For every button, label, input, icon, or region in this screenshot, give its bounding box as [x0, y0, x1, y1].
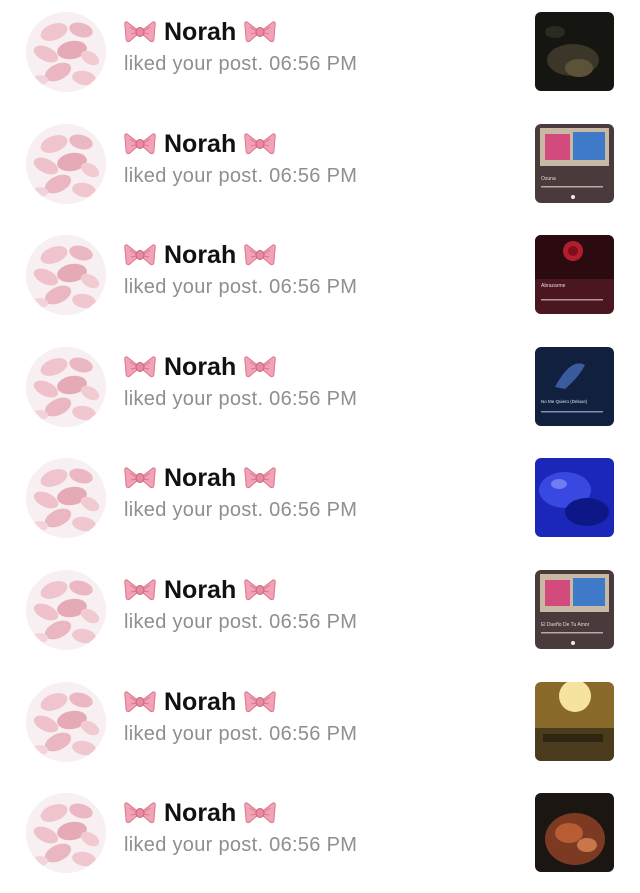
avatar[interactable] [26, 235, 106, 316]
bow-emoji-icon [244, 800, 276, 826]
svg-text:Abrazarme: Abrazarme [541, 283, 566, 289]
activity-time: 06:56 PM [269, 387, 358, 410]
activity-time: 06:56 PM [269, 499, 358, 522]
bow-emoji-icon [244, 465, 276, 491]
avatar[interactable] [26, 793, 106, 874]
username-line[interactable]: Norah [124, 352, 514, 382]
username[interactable]: Norah [164, 17, 236, 47]
notification-text: Norah liked your post. 06:56 PM [124, 352, 514, 411]
activity-time: 06:56 PM [269, 53, 358, 75]
warm-light-photo-thumbnail[interactable] [535, 681, 614, 761]
activity-time: 06:56 PM [269, 722, 358, 745]
bow-emoji-icon [244, 242, 276, 268]
username[interactable]: Norah [164, 798, 236, 828]
username-line[interactable]: Norah [124, 798, 514, 828]
bow-emoji-icon [124, 800, 156, 826]
notification-row[interactable]: Norah liked your post. 06:56 PM Abrazarm… [0, 223, 640, 335]
username-line[interactable]: Norah [124, 687, 514, 717]
bow-emoji-icon [124, 689, 156, 715]
activity-time: 06:56 PM [269, 276, 358, 299]
activity-line: liked your post. 06:56 PM [124, 833, 514, 857]
notification-row[interactable]: Norah liked your post. 06:56 PM El Dueño… [0, 558, 640, 670]
svg-text:Ozuna: Ozuna [541, 176, 556, 182]
bow-emoji-icon [244, 19, 276, 45]
activity-action: liked your post. [124, 164, 264, 187]
activity-line: liked your post. 06:56 PM [124, 498, 514, 522]
username[interactable]: Norah [164, 575, 236, 605]
notification-row[interactable]: Norah liked your post. 06:56 PM [0, 670, 640, 782]
activity-time: 06:56 PM [269, 610, 358, 633]
bow-emoji-icon [244, 577, 276, 603]
username-line[interactable]: Norah [124, 240, 514, 270]
notification-row[interactable]: Norah liked your post. 06:56 PM [0, 781, 640, 893]
activity-action: liked your post. [124, 387, 264, 410]
notification-text: Norah liked your post. 06:56 PM [124, 575, 514, 634]
activity-line: liked your post. 06:56 PM [124, 164, 514, 188]
username-line[interactable]: Norah [124, 575, 514, 605]
activity-time: 06:56 PM [269, 834, 358, 857]
notification-row[interactable]: Norah liked your post. 06:56 PM No Me Qu… [0, 335, 640, 447]
notification-row[interactable]: Norah liked your post. 06:56 PM [0, 446, 640, 558]
blue-light-photo-thumbnail[interactable] [535, 458, 614, 538]
avatar[interactable] [26, 12, 106, 92]
bow-emoji-icon [124, 242, 156, 268]
svg-text:El Dueño De Tu Amor: El Dueño De Tu Amor [541, 622, 590, 628]
activity-action: liked your post. [124, 610, 264, 633]
username[interactable]: Norah [164, 463, 236, 493]
rose-album-thumbnail[interactable]: Abrazarme [535, 235, 614, 315]
bow-emoji-icon [124, 354, 156, 380]
notification-text: Norah liked your post. 06:56 PM [124, 463, 514, 522]
notification-text: Norah liked your post. 06:56 PM [124, 687, 514, 746]
bow-emoji-icon [124, 577, 156, 603]
notification-text: Norah liked your post. 06:56 PM [124, 129, 514, 188]
music-player-thumbnail[interactable]: El Dueño De Tu Amor [535, 569, 614, 649]
activity-line: liked your post. 06:56 PM [124, 722, 514, 746]
bow-emoji-icon [244, 354, 276, 380]
avatar[interactable] [26, 458, 106, 539]
username[interactable]: Norah [164, 129, 236, 159]
bow-emoji-icon [244, 689, 276, 715]
bow-emoji-icon [244, 131, 276, 157]
activity-action: liked your post. [124, 722, 264, 745]
bow-emoji-icon [124, 465, 156, 491]
username[interactable]: Norah [164, 352, 236, 382]
dark-photo-thumbnail[interactable] [535, 12, 614, 91]
blue-album-thumbnail[interactable]: No Me Quiero (Deluxe) [535, 346, 614, 426]
notification-list: Norah liked your post. 06:56 PM Norah li… [0, 0, 640, 893]
activity-line: liked your post. 06:56 PM [124, 275, 514, 299]
notification-row[interactable]: Norah liked your post. 06:56 PM Ozuna [0, 112, 640, 224]
activity-line: liked your post. 06:56 PM [124, 387, 514, 411]
notification-text: Norah liked your post. 06:56 PM [124, 240, 514, 299]
notification-row[interactable]: Norah liked your post. 06:56 PM [0, 0, 640, 112]
username-line[interactable]: Norah [124, 17, 514, 47]
activity-action: liked your post. [124, 53, 264, 75]
username[interactable]: Norah [164, 687, 236, 717]
avatar[interactable] [26, 346, 106, 427]
music-player-thumbnail[interactable]: Ozuna [535, 123, 614, 203]
food-photo-thumbnail[interactable] [535, 793, 614, 873]
activity-time: 06:56 PM [269, 164, 358, 187]
notification-text: Norah liked your post. 06:56 PM [124, 798, 514, 857]
notification-text: Norah liked your post. 06:56 PM [124, 17, 514, 76]
avatar[interactable] [26, 681, 106, 762]
bow-emoji-icon [124, 131, 156, 157]
avatar[interactable] [26, 123, 106, 204]
activity-line: liked your post. 06:56 PM [124, 52, 514, 76]
bow-emoji-icon [124, 19, 156, 45]
username-line[interactable]: Norah [124, 463, 514, 493]
avatar[interactable] [26, 569, 106, 650]
username-line[interactable]: Norah [124, 129, 514, 159]
username[interactable]: Norah [164, 240, 236, 270]
activity-action: liked your post. [124, 276, 264, 299]
activity-action: liked your post. [124, 499, 264, 522]
activity-action: liked your post. [124, 834, 264, 857]
svg-text:No Me Quiero (Deluxe): No Me Quiero (Deluxe) [541, 399, 588, 404]
activity-line: liked your post. 06:56 PM [124, 610, 514, 634]
